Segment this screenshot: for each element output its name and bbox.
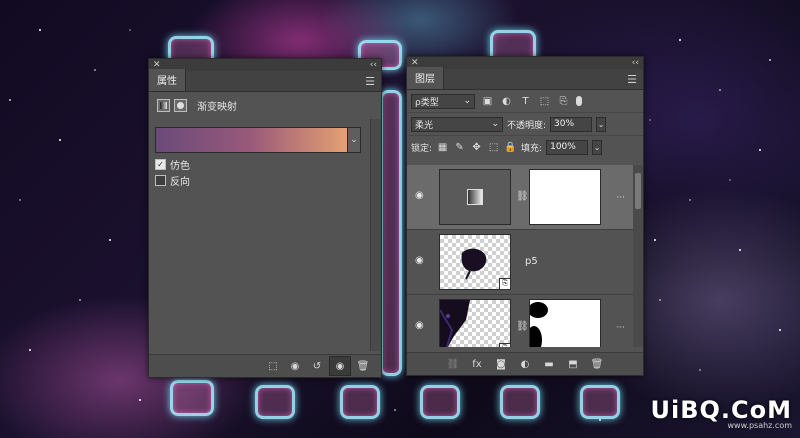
filter-type-label: ρ类型 [415,97,439,108]
opacity-label: 不透明度: [507,120,547,131]
adjustment-filter-icon[interactable]: ◐ [500,96,513,107]
tab-properties[interactable]: 属性 [149,69,186,91]
layers-footer: ⛓ fx ◙ ◐ ▬ ⬒ 🗑 [407,352,643,375]
dither-checkbox[interactable]: ✓ [155,159,166,170]
lock-pixels-icon[interactable]: ✎ [453,142,466,153]
adjustment-thumbnail[interactable] [439,169,511,225]
gradient-preview-bar[interactable] [155,127,348,153]
reverse-option[interactable]: 反向 [155,173,190,188]
blend-opacity-row: 柔光 ⌄ 不透明度: 30% ⌄ [407,112,643,135]
panel-menu-icon[interactable]: ☰ [621,73,643,89]
layer-filter-bar: ρ类型 ⌄ ▣ ◐ T ⬚ ⎘ [407,90,643,112]
properties-scrollbar[interactable] [370,119,381,351]
filter-type-select[interactable]: ρ类型 ⌄ [411,93,475,109]
adjustment-title: 渐变映射 [197,101,237,113]
chevron-down-icon[interactable]: ⌄ [592,139,603,155]
layer-row[interactable]: ◉ ⎘ p5 [407,230,633,295]
layer-row[interactable]: ◉ ⛓ ··· [407,165,633,230]
opacity-input[interactable]: 30% [550,116,593,132]
new-adjustment-layer-icon[interactable]: ◐ [517,359,533,370]
smart-object-icon: ⎘ [499,343,511,347]
add-mask-icon[interactable]: ◙ [493,359,509,370]
layer-thumbnail[interactable]: ⎘ [439,299,511,347]
collapse-icon[interactable]: ‹‹ [632,58,639,68]
smart-object-icon: ⎘ [499,278,511,290]
neon-letter-shape [255,385,295,419]
fx-icon[interactable]: fx [469,359,485,370]
visibility-icon[interactable]: ◉ [329,356,351,376]
lock-position-icon[interactable]: ✥ [470,142,483,153]
panel-menu-icon[interactable]: ☰ [359,75,381,91]
reset-icon[interactable]: ↺ [307,357,327,375]
reverse-label: 反向 [170,177,190,188]
neon-letter-shape [500,385,540,419]
blend-mode-value: 柔光 [415,120,434,131]
gradient-map-icon[interactable] [157,98,170,112]
clip-to-layer-icon[interactable]: ⬚ [263,357,283,375]
gradient-picker: ⌄ [155,127,361,153]
link-icon[interactable]: ⛓ [516,321,529,332]
chevron-down-icon: ⌄ [491,119,499,129]
panel-tab-bar: 图层 ☰ [407,67,643,90]
site-watermark: UiBQ.CoM www.psahz.com [650,396,792,430]
neon-letter-shape [340,385,380,419]
eye-icon[interactable]: ◉ [415,255,427,267]
new-layer-icon[interactable]: ⬒ [565,359,581,370]
delete-layer-icon[interactable]: 🗑 [589,359,605,370]
chevron-down-icon[interactable]: ⌄ [348,127,361,153]
layers-scrollbar[interactable] [633,165,643,347]
lock-transparency-icon[interactable]: ▦ [436,142,449,153]
link-icon[interactable]: ⛓ [516,191,529,202]
delete-icon[interactable]: 🗑 [353,357,373,375]
mask-shape [526,302,548,347]
fill-input[interactable]: 100% [546,139,589,155]
lock-all-icon[interactable]: 🔒 [504,142,517,153]
dither-label: 仿色 [170,161,190,172]
shape-filter-icon[interactable]: ⬚ [538,96,551,107]
layer-name[interactable]: p5 [525,256,538,267]
blend-mode-select[interactable]: 柔光 ⌄ [411,116,503,132]
dither-option[interactable]: ✓ 仿色 [155,157,190,172]
layer-row[interactable]: ◉ ⎘ ⛓ ··· [407,295,633,347]
type-filter-icon[interactable]: T [519,96,532,107]
panel-tab-bar: 属性 ☰ [149,69,381,92]
filter-toggle-icon[interactable] [576,96,582,106]
layer-thumbnail[interactable]: ⎘ [439,234,511,290]
layer-mask-icon[interactable] [174,98,187,112]
tab-layers[interactable]: 图层 [407,67,444,89]
layer-list: ◉ ⛓ ··· ◉ ⎘ p5 ◉ ⛓ ··· [407,165,643,347]
neon-letter-shape [580,385,620,419]
fill-label: 填充: [521,143,543,154]
neon-letter-shape [170,380,214,416]
reverse-checkbox[interactable] [155,175,166,186]
eye-icon[interactable]: ◉ [415,320,427,332]
link-layers-icon[interactable]: ⛓ [445,359,461,370]
neon-letter-shape [380,90,402,376]
lock-artboard-icon[interactable]: ⬚ [487,142,500,153]
properties-panel: ✕ ‹‹ 属性 ☰ 渐变映射 ⌄ ✓ 仿色 反向 ⬚ ◉ ↺ ◉ 🗑 [148,58,382,378]
watermark-text: UiBQ.CoM [650,396,792,424]
smart-object-filter-icon[interactable]: ⎘ [557,96,570,107]
properties-footer: ⬚ ◉ ↺ ◉ 🗑 [149,354,381,377]
eye-icon[interactable]: ◉ [415,190,427,202]
more-icon[interactable]: ··· [616,323,625,333]
view-previous-state-icon[interactable]: ◉ [285,357,305,375]
neon-letter-shape [420,385,460,419]
mask-thumbnail[interactable] [526,299,601,347]
texture-thumbnail [439,300,470,347]
chevron-down-icon: ⌄ [463,96,471,106]
scrollbar-thumb[interactable] [635,173,641,209]
chevron-down-icon[interactable]: ⌄ [596,116,607,132]
new-group-icon[interactable]: ▬ [541,359,557,370]
mask-thumbnail[interactable] [529,169,601,225]
adjustment-header: 渐变映射 [149,92,381,118]
collapse-icon[interactable]: ‹‹ [370,60,377,70]
lock-label: 锁定: [411,143,433,154]
layers-panel: ✕ ‹‹ 图层 ☰ ρ类型 ⌄ ▣ ◐ T ⬚ ⎘ 柔光 ⌄ 不透明度: 30%… [406,56,644,376]
more-icon[interactable]: ··· [616,193,625,203]
pixel-filter-icon[interactable]: ▣ [481,96,494,107]
lock-fill-row: 锁定: ▦ ✎ ✥ ⬚ 🔒 填充: 100% ⌄ [407,135,643,158]
